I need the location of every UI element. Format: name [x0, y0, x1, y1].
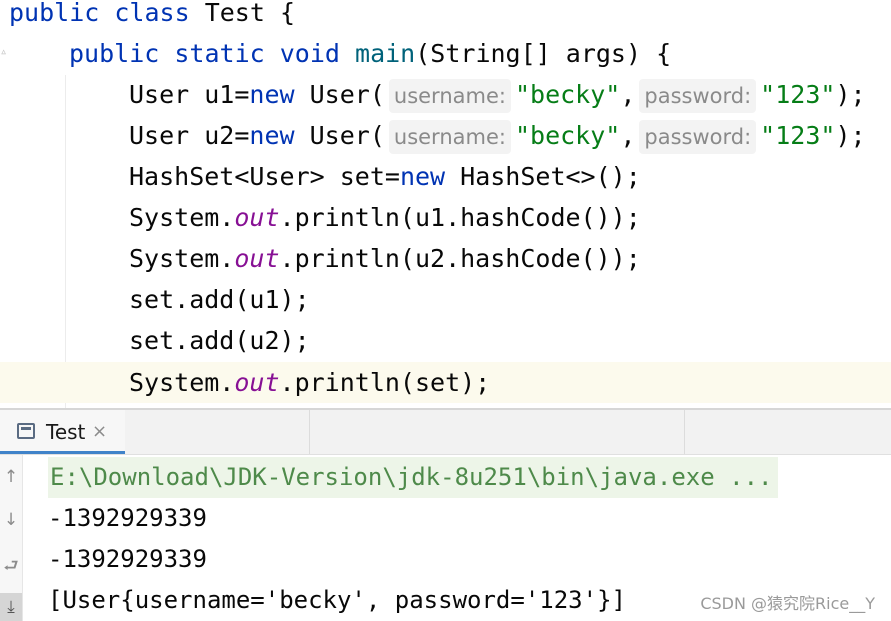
active-tab-indicator: [0, 451, 125, 454]
string-literal: "123": [760, 121, 836, 150]
code-text: .println(u2.hashCode());: [279, 244, 641, 273]
code-text: set.add(u1);: [129, 285, 310, 314]
code-line-6[interactable]: System.out.println(u1.hashCode());: [0, 197, 891, 238]
code-text: HashSet<User> set=: [129, 162, 400, 191]
code-text: System.: [129, 203, 235, 232]
code-text: User(: [294, 121, 385, 150]
parameter-hint-password: password:: [639, 120, 757, 154]
code-text: System.: [129, 368, 235, 397]
code-editor[interactable]: ▵ public class Test { public static void…: [0, 0, 891, 408]
static-field: out: [234, 244, 280, 273]
keyword: class: [114, 0, 190, 27]
code-text: .println(set);: [279, 368, 491, 397]
code-line-5[interactable]: HashSet<User> set=new HashSet<>();: [0, 156, 891, 197]
method-name: main: [355, 39, 416, 68]
code-line-3[interactable]: User u1=new User(username: "becky", passwo…: [0, 74, 891, 115]
console-line: -1392929339: [48, 504, 207, 532]
code-text: (String[] args) {: [415, 39, 672, 68]
code-text: User u2=: [129, 121, 250, 150]
keyword: new: [249, 80, 295, 109]
console-line: [User{username='becky', password='123'}]: [48, 586, 626, 614]
code-line-10-current[interactable]: System.out.println(set);: [0, 362, 891, 403]
tab-test[interactable]: Test ×: [0, 410, 125, 454]
parameter-hint-username: username:: [388, 120, 511, 154]
code-line-7[interactable]: System.out.println(u2.hashCode());: [0, 238, 891, 279]
keyword: new: [399, 162, 446, 191]
keyword: public: [9, 0, 100, 27]
console-toolbar: ↑ ↓ ⮐ ⤓: [0, 455, 23, 621]
tab-separator: [309, 410, 310, 454]
code-line-4[interactable]: User u2=new User(username: "becky", passwo…: [0, 115, 891, 156]
keyword: static: [174, 39, 265, 68]
arrow-down-icon[interactable]: ↓: [0, 510, 22, 530]
keyword: public: [69, 39, 160, 68]
console-command-line: E:\Download\JDK-Version\jdk-8u251\bin\ja…: [48, 457, 779, 498]
code-line-8[interactable]: set.add(u1);: [0, 279, 891, 320]
keyword: new: [249, 121, 295, 150]
tab-separator: [684, 410, 685, 454]
code-line-9[interactable]: set.add(u2);: [0, 320, 891, 361]
run-tab-bar: Test ×: [0, 410, 891, 455]
code-text: System.: [129, 244, 235, 273]
parameter-hint-username: username:: [388, 79, 511, 113]
arrow-up-icon[interactable]: ↑: [0, 467, 22, 487]
code-text: .println(u1.hashCode());: [279, 203, 641, 232]
close-icon[interactable]: ×: [92, 410, 107, 454]
code-text: set.add(u2);: [129, 326, 310, 355]
code-text: User u1=: [129, 80, 250, 109]
code-text: ,: [620, 80, 636, 109]
class-name: Test {: [204, 0, 296, 27]
string-literal: "becky": [514, 80, 621, 109]
code-line-2[interactable]: public static void main(String[] args) {: [0, 33, 891, 74]
keyword: void: [279, 39, 340, 68]
code-text: );: [835, 121, 866, 150]
string-literal: "becky": [514, 121, 621, 150]
scroll-to-end-icon[interactable]: ⤓: [0, 593, 22, 621]
code-text: HashSet<>();: [445, 162, 641, 191]
string-literal: "123": [760, 80, 836, 109]
code-text: User(: [294, 80, 385, 109]
code-text: );: [835, 80, 866, 109]
static-field: out: [234, 203, 280, 232]
static-field: out: [234, 368, 280, 397]
tab-label: Test: [46, 420, 86, 444]
console-icon: [17, 423, 35, 439]
soft-wrap-icon[interactable]: ⮐: [0, 553, 22, 582]
console-line: -1392929339: [48, 545, 207, 573]
code-line-1[interactable]: public class Test {: [0, 0, 891, 33]
watermark: CSDN @猿究院Rice__Y: [700, 594, 875, 613]
code-text: ,: [620, 121, 636, 150]
parameter-hint-password: password:: [639, 79, 757, 113]
